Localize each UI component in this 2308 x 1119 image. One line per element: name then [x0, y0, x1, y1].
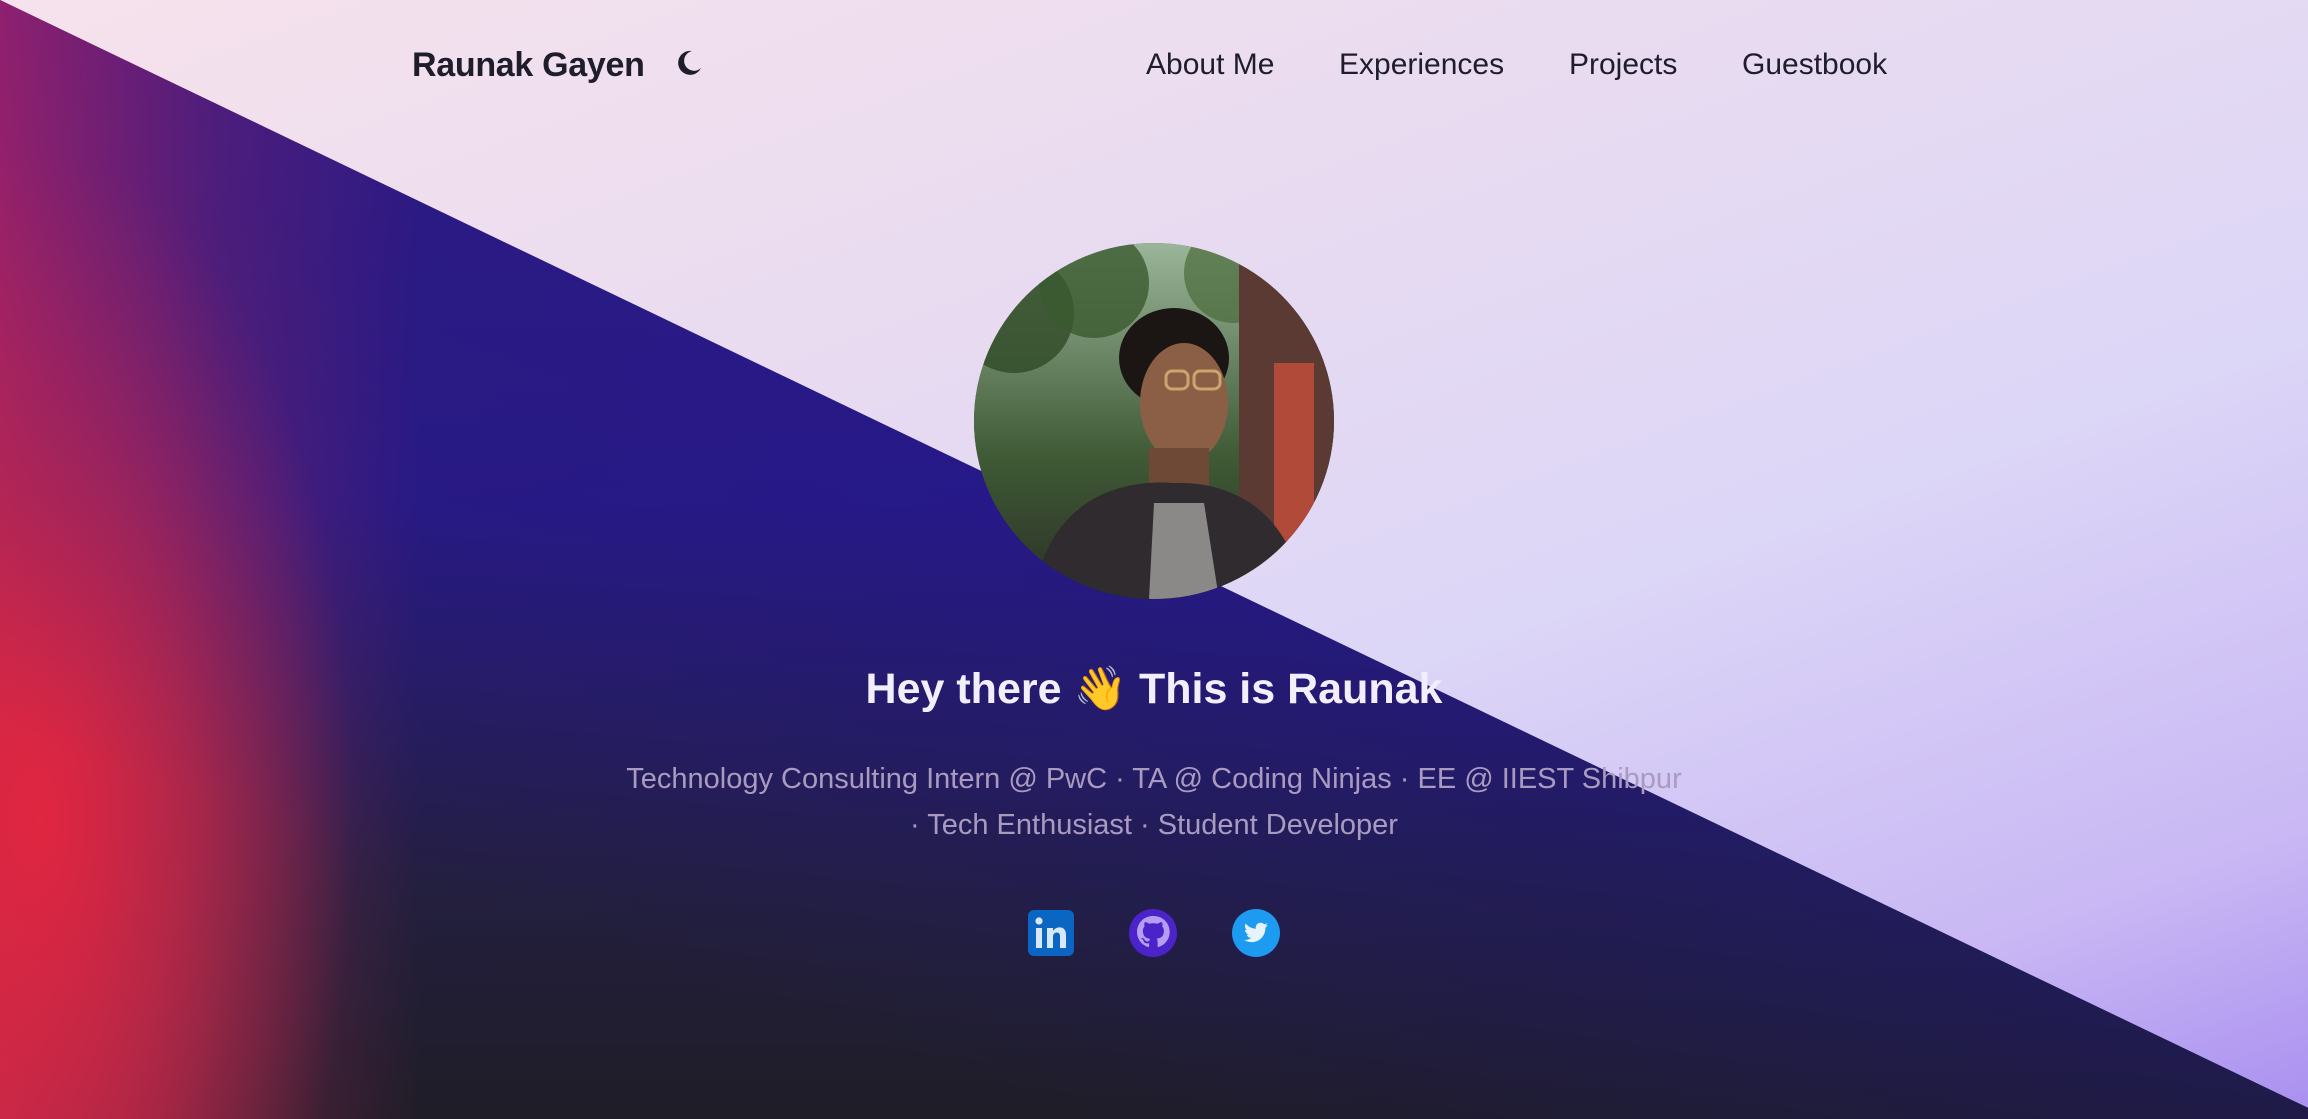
greeting-pre: Hey there — [865, 665, 1062, 713]
nav-experiences[interactable]: Experiences — [1339, 48, 1504, 82]
avatar — [974, 243, 1334, 599]
github-icon[interactable] — [1128, 908, 1178, 958]
nav-projects[interactable]: Projects — [1569, 48, 1677, 82]
greeting-post: This is Raunak — [1138, 665, 1443, 713]
hero-greeting: Hey there 👋 This is Raunak — [0, 664, 2308, 714]
nav-guestbook[interactable]: Guestbook — [1742, 48, 1887, 82]
hero-subtitle: Technology Consulting Intern @ PwC · TA … — [560, 756, 1748, 848]
avatar-photo — [974, 243, 1334, 599]
nav-about-me[interactable]: About Me — [1146, 48, 1274, 82]
subtitle-line-2: · Tech Enthusiast · Student Developer — [910, 809, 1398, 841]
top-navigation: Raunak Gayen About Me Experiences Projec… — [0, 0, 2308, 130]
waving-hand-emoji: 👋 — [1073, 665, 1128, 713]
twitter-icon[interactable] — [1231, 908, 1281, 958]
site-brand[interactable]: Raunak Gayen — [412, 46, 645, 85]
linkedin-icon[interactable] — [1026, 908, 1076, 958]
moon-icon[interactable] — [674, 48, 704, 78]
subtitle-line-1: Technology Consulting Intern @ PwC · TA … — [626, 763, 1682, 795]
